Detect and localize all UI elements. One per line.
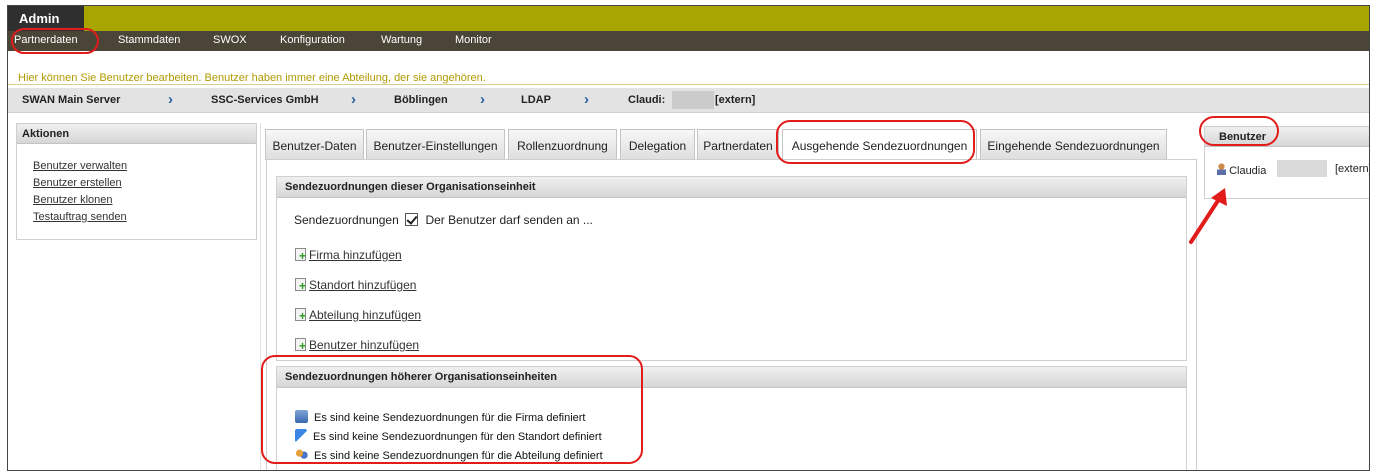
brand-bar: Admin (8, 6, 1369, 31)
department-icon (295, 448, 308, 461)
menu-item-swox[interactable]: SWOX (213, 34, 247, 46)
divider (260, 123, 261, 470)
section-higher-assignments: Sendezuordnungen höherer Organisationsei… (276, 366, 1187, 470)
chevron-right-icon: › (480, 91, 485, 108)
breadcrumb-item-server[interactable]: SWAN Main Server (22, 94, 120, 106)
user-panel: Benutzer Claudia [extern] (1204, 126, 1369, 199)
chevron-right-icon: › (351, 91, 356, 108)
send-checkbox[interactable] (405, 213, 419, 226)
info-text: Hier können Sie Benutzer bearbeiten. Ben… (18, 72, 486, 84)
user-entry[interactable]: Claudia [extern] (1217, 160, 1369, 177)
plus-document-icon (295, 308, 306, 321)
redacted-name (672, 91, 714, 109)
plus-document-icon (295, 278, 306, 291)
link-benutzer-verwalten[interactable]: Benutzer verwalten (33, 158, 256, 175)
add-department-link[interactable]: Abteilung hinzufügen (295, 308, 421, 322)
add-user-link[interactable]: Benutzer hinzufügen (295, 338, 419, 352)
tab-delegation[interactable]: Delegation (620, 129, 695, 160)
breadcrumb-item-user[interactable]: Claudi: (628, 94, 665, 106)
send-label: Sendezuordnungen (294, 213, 399, 227)
app-title: Admin (8, 6, 84, 31)
list-item: Es sind keine Sendezuordnungen für den S… (295, 429, 602, 443)
breadcrumb: SWAN Main Server › SSC-Services GmbH › B… (8, 88, 1369, 113)
add-user-label: Benutzer hinzufügen (309, 338, 420, 352)
tab-rollenzuordnung[interactable]: Rollenzuordnung (508, 129, 617, 160)
menu-item-monitor[interactable]: Monitor (455, 34, 492, 46)
menu-item-wartung[interactable]: Wartung (381, 34, 422, 46)
link-benutzer-klonen[interactable]: Benutzer klonen (33, 192, 256, 209)
menu-item-stammdaten[interactable]: Stammdaten (118, 34, 180, 46)
tab-benutzer-daten[interactable]: Benutzer-Daten (265, 129, 364, 160)
department-status-text: Es sind keine Sendezuordnungen für die A… (314, 450, 603, 462)
tab-partnerdaten[interactable]: Partnerdaten (697, 129, 779, 160)
breadcrumb-item-location[interactable]: Böblingen (394, 94, 448, 106)
plus-document-icon (295, 338, 306, 351)
breadcrumb-item-ldap[interactable]: LDAP (521, 94, 551, 106)
tab-ausgehende-sendezuordnungen[interactable]: Ausgehende Sendezuordnungen (782, 129, 977, 161)
user-suffix: [extern] (1335, 163, 1370, 175)
flag-icon (295, 429, 307, 442)
location-status-text: Es sind keine Sendezuordnungen für den S… (313, 431, 602, 443)
list-item: Es sind keine Sendezuordnungen für die A… (295, 448, 603, 462)
plus-document-icon (295, 248, 306, 261)
divider (8, 84, 1369, 85)
add-company-link[interactable]: Firma hinzufügen (295, 248, 402, 262)
link-testauftrag-senden[interactable]: Testauftrag senden (33, 209, 256, 226)
section-own-assignments: Sendezuordnungen dieser Organisationsein… (276, 176, 1187, 361)
user-icon (1217, 163, 1226, 175)
breadcrumb-item-company[interactable]: SSC-Services GmbH (211, 94, 319, 106)
add-location-label: Standort hinzufügen (309, 278, 417, 292)
chevron-right-icon: › (168, 91, 173, 108)
add-company-label: Firma hinzufügen (309, 248, 402, 262)
chevron-right-icon: › (584, 91, 589, 108)
section-title: Sendezuordnungen dieser Organisationsein… (277, 177, 1186, 198)
user-name: Claudia (1229, 165, 1267, 177)
tab-eingehende-sendezuordnungen[interactable]: Eingehende Sendezuordnungen (980, 129, 1167, 160)
menu-item-partnerdaten[interactable]: Partnerdaten (14, 34, 78, 46)
tab-content: Sendezuordnungen dieser Organisationsein… (266, 159, 1197, 470)
user-panel-title: Benutzer (1205, 127, 1369, 147)
list-item: Es sind keine Sendezuordnungen für die F… (295, 410, 586, 424)
menu-item-konfiguration[interactable]: Konfiguration (280, 34, 345, 46)
add-location-link[interactable]: Standort hinzufügen (295, 278, 416, 292)
tab-benutzer-einstellungen[interactable]: Benutzer-Einstellungen (366, 129, 505, 160)
actions-title: Aktionen (17, 124, 256, 144)
send-permission-row: Sendezuordnungen Der Benutzer darf sende… (294, 213, 593, 227)
section-title: Sendezuordnungen höherer Organisationsei… (277, 367, 1186, 388)
main-menu: Partnerdaten Stammdaten SWOX Konfigurati… (8, 31, 1369, 51)
actions-panel: Aktionen Benutzer verwalten Benutzer ers… (16, 123, 257, 240)
add-department-label: Abteilung hinzufügen (309, 308, 422, 322)
breadcrumb-user-suffix: [extern] (715, 94, 756, 106)
link-benutzer-erstellen[interactable]: Benutzer erstellen (33, 175, 256, 192)
send-checkbox-label: Der Benutzer darf senden an ... (425, 213, 593, 227)
app-window: Admin Partnerdaten Stammdaten SWOX Konfi… (7, 5, 1370, 471)
redacted-name (1277, 160, 1327, 177)
company-status-text: Es sind keine Sendezuordnungen für die F… (314, 412, 586, 424)
company-icon (295, 410, 308, 423)
